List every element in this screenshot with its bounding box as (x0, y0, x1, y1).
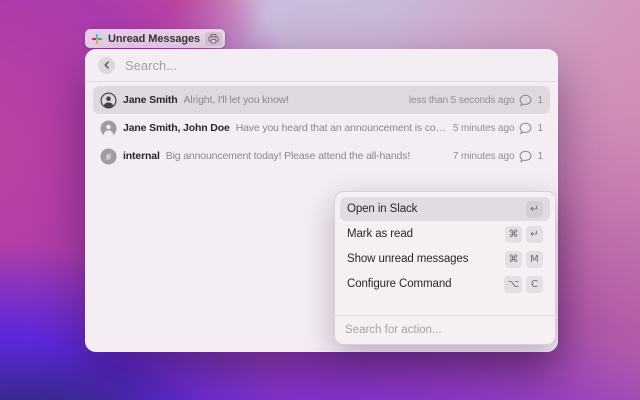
message-preview: Alright, I'll let you know! (184, 94, 289, 106)
person-circle-icon (100, 92, 117, 109)
hash-circle-icon: # (100, 148, 117, 165)
action-item-open-in-slack[interactable]: Open in Slack ↵ (340, 197, 550, 221)
search-input[interactable]: Search... (125, 58, 177, 73)
shortcut-keys: ⌘ ↵ (505, 226, 543, 243)
comment-bubble-icon (519, 150, 532, 163)
message-meta: less than 5 seconds ago 1 (409, 94, 543, 107)
c-key: C (526, 276, 543, 293)
desktop-wallpaper: Unread Messages Search... (0, 0, 640, 400)
action-search-placeholder: Search for action... (345, 324, 442, 336)
action-items: Open in Slack ↵ Mark as read ⌘ ↵ Show un… (335, 192, 555, 302)
message-preview: Big announcement today! Please attend th… (166, 150, 410, 162)
reply-count: 1 (537, 95, 543, 106)
command-key-icon: ⌘ (505, 251, 522, 268)
action-item-show-unread-messages[interactable]: Show unread messages ⌘ M (340, 247, 550, 271)
message-preview: Have you heard that an announcement is c… (236, 122, 447, 134)
message-meta: 5 minutes ago 1 (453, 122, 543, 135)
message-title: Jane Smith, John Doe (123, 122, 230, 134)
return-key-icon: ↵ (526, 226, 543, 243)
message-list: Jane Smith Alright, I'll let you know! l… (85, 82, 558, 170)
comment-bubble-icon (519, 94, 532, 107)
message-row-jane-smith-john-doe[interactable]: Jane Smith, John Doe Have you heard that… (93, 114, 550, 142)
m-key: M (526, 251, 543, 268)
message-row-internal[interactable]: # internal Big announcement today! Pleas… (93, 142, 550, 170)
message-time: 5 minutes ago (453, 123, 515, 134)
message-title: internal (123, 150, 160, 162)
message-meta: 7 minutes ago 1 (453, 150, 543, 163)
action-label: Show unread messages (347, 253, 468, 265)
shortcut-keys: ↵ (526, 201, 543, 218)
message-time: 7 minutes ago (453, 151, 515, 162)
people-circle-icon (100, 120, 117, 137)
action-label: Configure Command (347, 278, 451, 290)
slack-icon (91, 33, 103, 45)
option-key-icon: ⌥ (504, 276, 522, 293)
command-key-icon: ⌘ (505, 226, 522, 243)
raycast-window: Search... Jane Smith Alright, I'll let y… (85, 49, 558, 352)
shortcut-keys: ⌘ M (505, 251, 543, 268)
action-label: Open in Slack (347, 203, 417, 215)
message-title: Jane Smith (123, 94, 178, 106)
back-button[interactable] (98, 57, 115, 74)
printer-icon (205, 32, 222, 46)
action-item-configure-command[interactable]: Configure Command ⌥ C (340, 272, 550, 296)
action-label: Mark as read (347, 228, 413, 240)
reply-count: 1 (537, 123, 543, 134)
action-panel: Open in Slack ↵ Mark as read ⌘ ↵ Show un… (334, 191, 556, 345)
return-key-icon: ↵ (526, 201, 543, 218)
message-time: less than 5 seconds ago (409, 95, 515, 106)
reply-count: 1 (537, 151, 543, 162)
search-header: Search... (85, 49, 558, 82)
action-search[interactable]: Search for action... (335, 315, 555, 344)
shortcut-keys: ⌥ C (504, 276, 543, 293)
action-item-mark-as-read[interactable]: Mark as read ⌘ ↵ (340, 222, 550, 246)
command-tag-label: Unread Messages (108, 33, 200, 45)
message-row-jane-smith[interactable]: Jane Smith Alright, I'll let you know! l… (93, 86, 550, 114)
command-tag[interactable]: Unread Messages (85, 29, 225, 48)
comment-bubble-icon (519, 122, 532, 135)
svg-text:#: # (106, 151, 112, 162)
